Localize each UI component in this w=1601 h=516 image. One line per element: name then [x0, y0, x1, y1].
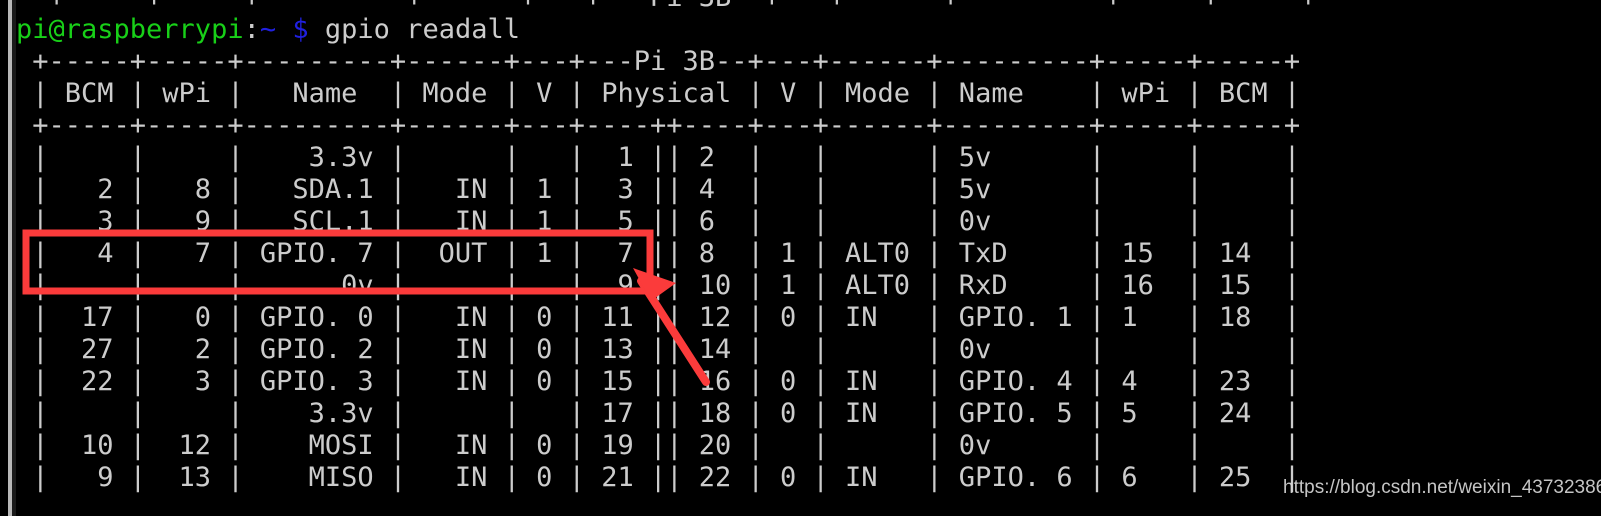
table-row: | 9 | 13 | MISO | IN | 0 | 21 || 22 | 0 … [16, 462, 1301, 493]
prompt-user-host: pi@raspberrypi [16, 14, 244, 45]
prompt-path: ~ [259, 14, 277, 45]
table-row: | | | 3.3v | | | 17 || 18 | 0 | IN | GPI… [16, 398, 1301, 429]
clipped-previous-table-border: +-----+-----+---------+------+---+---Pi … [16, 0, 1317, 14]
table-row: | 17 | 0 | GPIO. 0 | IN | 0 | 11 || 12 |… [16, 302, 1301, 333]
table-row: | 22 | 3 | GPIO. 3 | IN | 0 | 15 || 16 |… [16, 366, 1301, 397]
table-row: | 10 | 12 | MOSI | IN | 0 | 19 || 20 | |… [16, 430, 1301, 461]
prompt-dollar-sign: $ [292, 14, 309, 45]
table-row-gpio7: | 4 | 7 | GPIO. 7 | OUT | 1 | 7 || 8 | 1… [16, 238, 1301, 269]
terminal-window: +-----+-----+---------+------+---+---Pi … [0, 0, 1601, 516]
table-row: | | | 0v | | | 9 || 10 | 1 | ALT0 | RxD … [16, 270, 1301, 301]
table-row: | 2 | 8 | SDA.1 | IN | 1 | 3 || 4 | | | … [16, 174, 1301, 205]
table-header-row: | BCM | wPi | Name | Mode | V | Physical… [16, 78, 1301, 109]
table-row: | | | 3.3v | | | 1 || 2 | | | 5v | | | [16, 142, 1301, 173]
prompt-colon: : [243, 14, 260, 45]
table-row: | 27 | 2 | GPIO. 2 | IN | 0 | 13 || 14 |… [16, 334, 1301, 365]
table-border-top: +-----+-----+---------+------+---+---Pi … [16, 46, 1301, 77]
terminal-output[interactable]: +-----+-----+---------+------+---+---Pi … [16, 0, 1601, 516]
shell-prompt-line[interactable]: pi@raspberrypi:~ $ gpio readall [16, 14, 520, 46]
table-border-header: +-----+-----+---------+------+---+----++… [16, 110, 1301, 141]
csdn-watermark: https://blog.csdn.net/weixin_43732386 [1283, 477, 1601, 498]
table-row: | 3 | 9 | SCL.1 | IN | 1 | 5 || 6 | | | … [16, 206, 1301, 237]
command-text: gpio readall [324, 14, 520, 45]
